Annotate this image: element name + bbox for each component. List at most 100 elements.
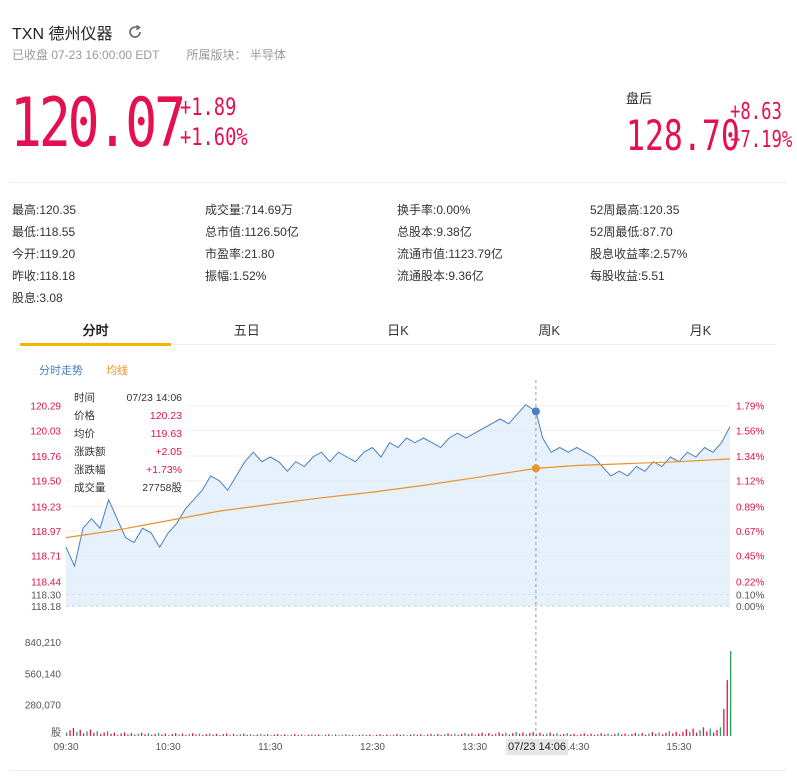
volume-bar-14:08 <box>539 732 541 736</box>
volume-bar-14:32 <box>580 734 582 736</box>
volume-bar-14:16 <box>552 734 555 736</box>
time-tick-label: 10:30 <box>156 742 181 753</box>
tooltip-row: 成交量 27758股 <box>70 480 186 498</box>
volume-bar-12:32 <box>375 734 378 736</box>
volume-bar-11:48 <box>301 734 303 736</box>
volume-bar-13:20 <box>457 734 459 736</box>
volume-bar-14:18 <box>556 733 558 736</box>
after-hours-price: 128.70 <box>626 111 740 160</box>
stat-52w-high: 52周最高:120.35 <box>590 203 680 217</box>
volume-bar-12:56 <box>416 734 418 736</box>
stat-52w-low: 52周最低:87.70 <box>590 225 673 239</box>
volume-bar-10:30 <box>168 734 170 736</box>
volume-bar-13:52 <box>512 733 514 736</box>
volume-bar-12:28 <box>369 734 371 736</box>
time-tick-label: 09:30 <box>53 742 78 753</box>
volume-bar-13:18 <box>454 733 456 736</box>
volume-bar-10:40 <box>185 734 187 736</box>
volume-bar-09:36 <box>76 731 78 736</box>
volume-bar-13:08 <box>437 734 439 736</box>
pct-tick-label: 1.56% <box>736 426 764 437</box>
volume-bar-11:38 <box>283 734 286 736</box>
stat-dividend-yield: 股息收益率:2.57% <box>590 247 688 261</box>
volume-bar-13:02 <box>426 734 429 736</box>
stats-column: 最高:120.35 最低:118.55 今开:119.20 昨收:118.18 … <box>12 202 76 312</box>
volume-bar-11:18 <box>249 734 252 736</box>
volume-bar-11:46 <box>297 735 299 736</box>
volume-bar-14:34 <box>583 733 585 736</box>
tooltip-value: 120.23 <box>149 410 182 422</box>
pct-tick-label: 0.22% <box>736 577 764 588</box>
volume-bar-11:36 <box>280 734 282 736</box>
volume-bar-10:34 <box>175 733 177 736</box>
volume-bar-10:38 <box>181 733 184 736</box>
volume-bar-14:40 <box>593 735 596 736</box>
volume-bar-14:50 <box>610 734 613 736</box>
stat-dividend: 股息:3.08 <box>12 291 63 305</box>
volume-bar-14:12 <box>546 733 548 736</box>
stock-title: TXN 德州仪器 <box>12 26 113 43</box>
time-tick-label: 11:30 <box>258 742 283 753</box>
volume-bar-10:10 <box>134 734 136 736</box>
volume-bar-13:30 <box>474 734 476 736</box>
volume-bar-11:28 <box>266 734 269 736</box>
price-tick-label: 119.76 <box>31 452 61 463</box>
volume-bar-12:50 <box>406 735 408 736</box>
volume-bar-09:32 <box>69 730 71 736</box>
tab-monthly-k[interactable]: 月K <box>625 320 776 344</box>
volume-bar-09:46 <box>93 732 95 736</box>
tab-intraday[interactable]: 分时 <box>20 320 172 346</box>
volume-bar-14:30 <box>576 735 579 736</box>
volume-bar-11:42 <box>290 734 292 736</box>
volume-bar-13:48 <box>505 732 507 736</box>
tooltip-key: 价格 <box>74 410 95 422</box>
volume-bar-14:44 <box>600 733 602 736</box>
legend-trend[interactable]: 分时走势 <box>39 365 83 377</box>
volume-bar-12:40 <box>389 735 391 736</box>
tooltip-key: 涨跌额 <box>74 446 106 458</box>
chart-legend: 分时走势 均线 <box>39 362 128 378</box>
volume-bar-14:52 <box>614 734 616 736</box>
volume-bar-13:38 <box>488 733 490 736</box>
volume-bar-10:02 <box>120 733 122 736</box>
price-block: 120.07 +1.89 +1.60% <box>10 84 267 164</box>
tab-weekly-k[interactable]: 周K <box>474 320 625 344</box>
tab-daily-k[interactable]: 日K <box>322 320 473 344</box>
volume-bar-10:14 <box>140 732 143 736</box>
pct-tick-label: 0.10% <box>736 591 764 602</box>
after-hours-label: 盘后 <box>626 91 653 106</box>
volume-bar-09:50 <box>100 733 102 736</box>
volume-bar-15:48 <box>709 728 711 736</box>
price-tick-label: 120.29 <box>30 402 61 413</box>
chart-tabs: 分时 五日 日K 周K 月K <box>20 320 776 346</box>
volume-bar-12:52 <box>409 734 412 736</box>
legend-avg[interactable]: 均线 <box>106 365 128 377</box>
tooltip-value: 27758股 <box>142 482 182 494</box>
tooltip-row: 均价 119.63 <box>70 426 186 444</box>
volume-bar-14:02 <box>529 733 531 736</box>
price-tick-label: 118.44 <box>31 577 61 588</box>
volume-bar-10:08 <box>130 733 132 736</box>
volume-bar-15:06 <box>638 734 640 736</box>
volume-bar-11:12 <box>239 734 241 736</box>
volume-bar-10:24 <box>157 732 160 736</box>
volume-bar-11:02 <box>222 734 224 736</box>
volume-bar-12:04 <box>328 734 330 736</box>
volume-bar-11:06 <box>229 734 231 736</box>
volume-bar-10:32 <box>171 734 173 736</box>
volume-bar-11:00 <box>219 735 221 736</box>
volume-bar-10:54 <box>209 733 211 736</box>
pct-tick-label: 0.45% <box>736 552 764 563</box>
last-price: 120.07 <box>10 84 186 163</box>
volume-bar-10:12 <box>137 733 139 736</box>
volume-bar-14:06 <box>535 733 538 736</box>
stat-pe: 市盈率:21.80 <box>205 247 275 261</box>
cursor-time-label: 07/23 14:06 <box>506 739 568 755</box>
volume-bar-15:54 <box>719 727 722 736</box>
volume-tick-label: 股 <box>51 727 61 739</box>
tooltip-key: 时间 <box>74 392 95 404</box>
tab-five-day[interactable]: 五日 <box>171 320 322 344</box>
refresh-icon[interactable] <box>126 23 144 41</box>
tooltip-row: 涨跌幅 +1.73% <box>70 462 186 480</box>
volume-bar-14:46 <box>604 734 606 736</box>
